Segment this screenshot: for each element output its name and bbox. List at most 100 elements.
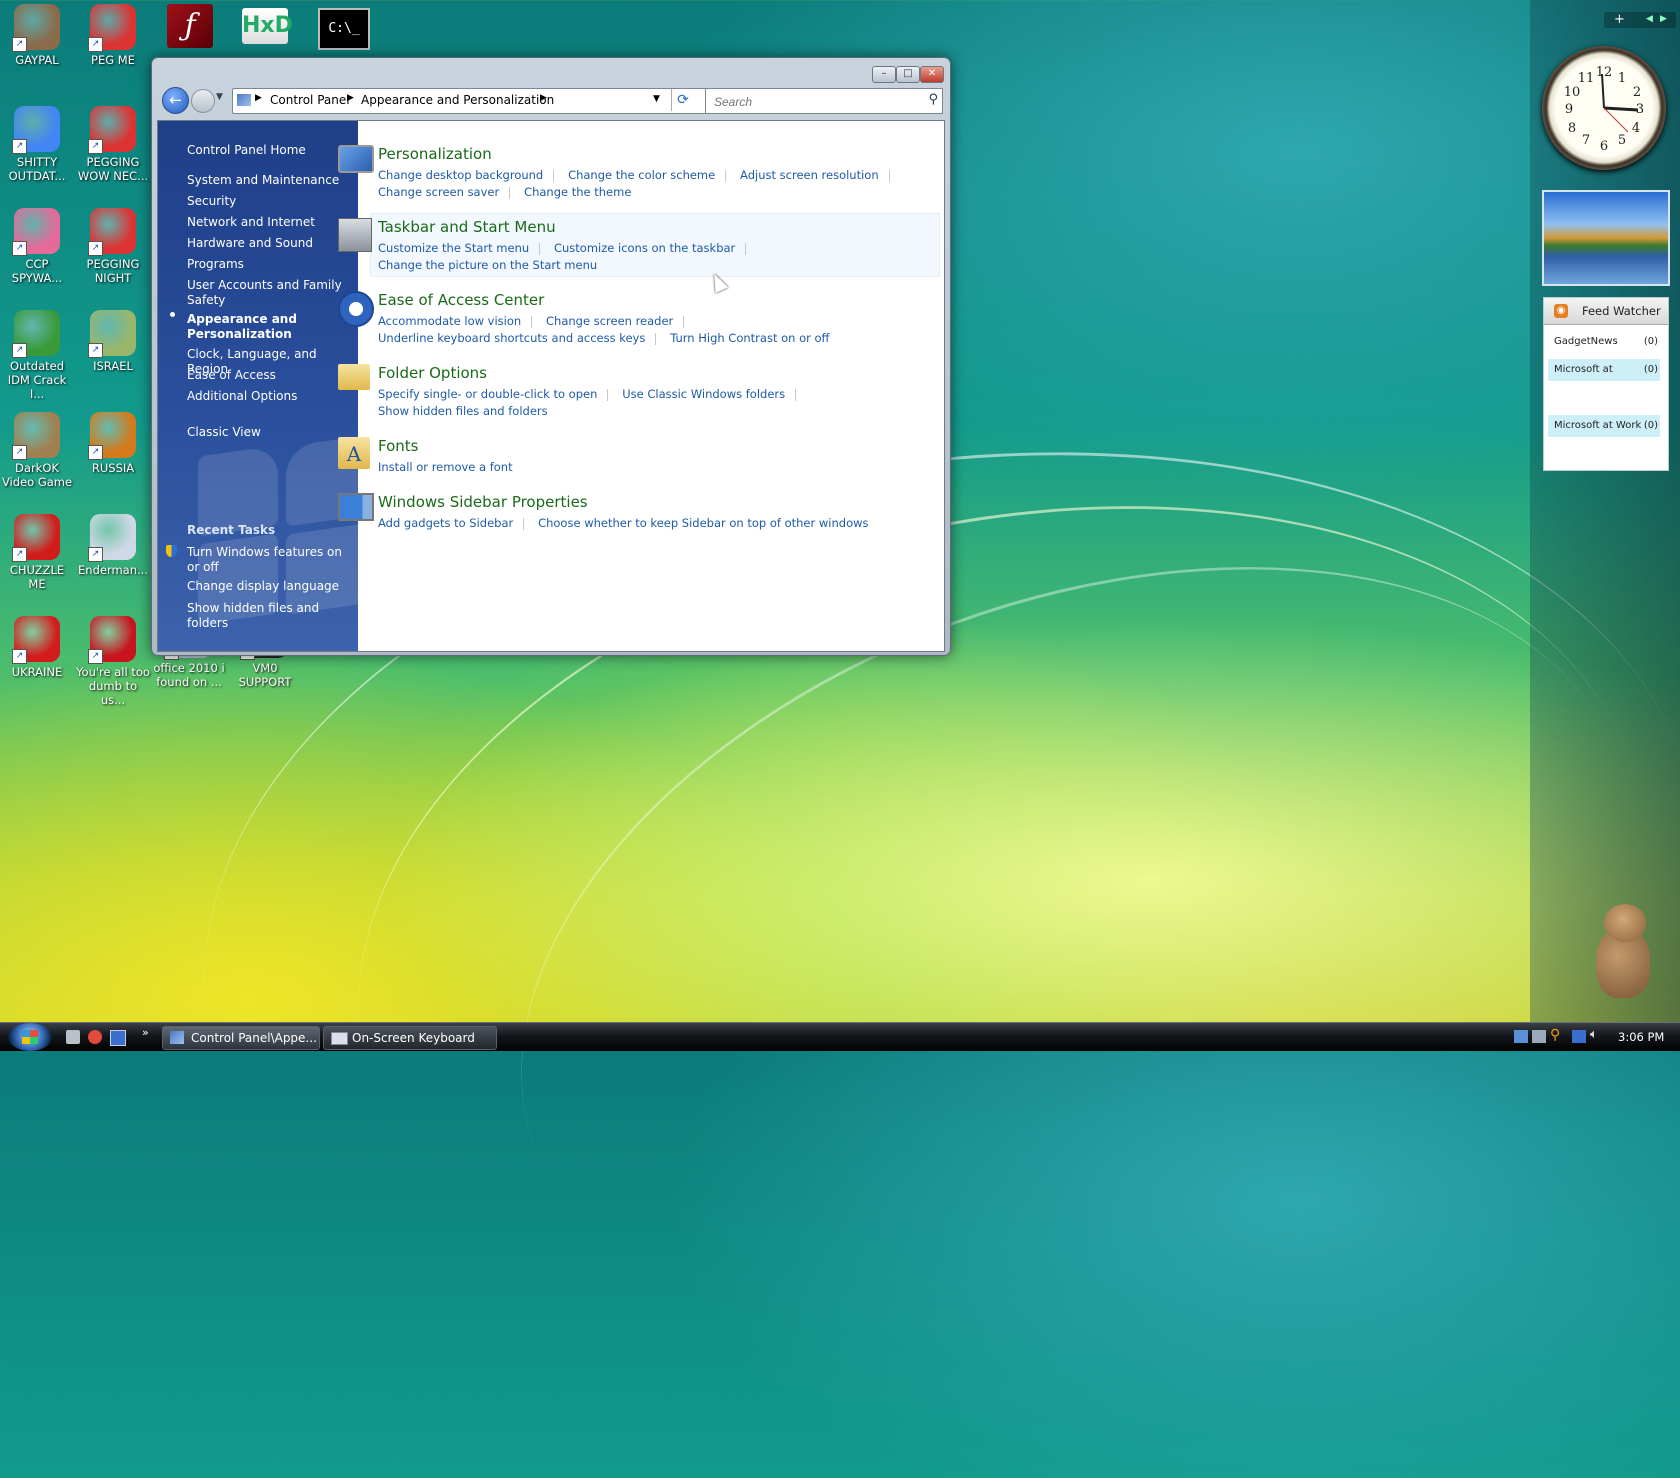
link-sidebar-on-top[interactable]: Choose whether to keep Sidebar on top of…	[538, 516, 868, 530]
show-desktop-icon[interactable]	[110, 1030, 126, 1046]
desktop-icon[interactable]: ↗ PEG ME	[76, 4, 150, 67]
folder-options-title[interactable]: Folder Options	[378, 364, 938, 382]
recent-pages-dropdown[interactable]: ▼	[216, 92, 223, 102]
network-connection-icon[interactable]	[1572, 1030, 1586, 1043]
shortcut-arrow-icon: ↗	[88, 241, 103, 256]
feed-row[interactable]: Microsoft at Work (0)	[1548, 415, 1660, 437]
start-button[interactable]	[8, 1023, 52, 1051]
desktop-icon[interactable]: ↗ CHUZZLE ME	[0, 514, 74, 591]
fonts-title[interactable]: Fonts	[378, 437, 938, 455]
link-change-start-menu-picture[interactable]: Change the picture on the Start menu	[378, 258, 597, 272]
recent-task-hidden-files[interactable]: Show hidden files and folders	[187, 601, 358, 631]
link-underline-shortcuts[interactable]: Underline keyboard shortcuts and access …	[378, 331, 645, 345]
link-accommodate-low-vision[interactable]: Accommodate low vision	[378, 314, 521, 328]
desktop-icon[interactable]: ↗ Outdated IDM Crack I...	[0, 310, 74, 401]
nav-user-accounts[interactable]: User Accounts and Family Safety	[187, 278, 347, 308]
breadcrumb-control-panel[interactable]: Control Panel	[270, 93, 350, 107]
nav-system-maintenance[interactable]: System and Maintenance	[187, 173, 339, 188]
link-change-screen-reader[interactable]: Change screen reader	[546, 314, 673, 328]
refresh-icon[interactable]: ⟳	[671, 89, 694, 111]
windows-sidebar-title[interactable]: Windows Sidebar Properties	[378, 493, 938, 511]
desktop-icon[interactable]: ↗ You're all too dumb to us...	[76, 616, 150, 707]
classic-view-link[interactable]: Classic View	[187, 425, 261, 440]
link-change-desktop-background[interactable]: Change desktop background	[378, 168, 543, 182]
nav-network-internet[interactable]: Network and Internet	[187, 215, 315, 230]
sidebar-prev-icon[interactable]: ◀	[1646, 14, 1653, 24]
desktop-icon-label: PEGGING NIGHT	[86, 257, 140, 285]
minimize-button[interactable]: –	[872, 66, 896, 83]
address-dropdown-icon[interactable]: ▼	[653, 94, 660, 104]
desktop-icon[interactable]: ↗ Enderman...	[76, 514, 150, 577]
link-add-gadgets[interactable]: Add gadgets to Sidebar	[378, 516, 513, 530]
link-single-double-click[interactable]: Specify single- or double-click to open	[378, 387, 597, 401]
link-adjust-screen-resolution[interactable]: Adjust screen resolution	[740, 168, 879, 182]
svg-text:1: 1	[1618, 71, 1626, 86]
recent-task-display-language[interactable]: Change display language	[187, 579, 339, 594]
slideshow-gadget[interactable]	[1542, 190, 1670, 286]
desktop-icon[interactable]: ↗ PEGGING NIGHT	[76, 208, 150, 285]
control-panel-task-icon	[170, 1031, 184, 1044]
breadcrumb-separator-icon: ▶	[540, 93, 547, 103]
sidebar-next-icon[interactable]: ▶	[1660, 14, 1667, 24]
desktop-icon[interactable]: ↗ PEGGING WOW NEC...	[76, 106, 150, 183]
search-tray-icon[interactable]: ⚲	[1550, 1027, 1560, 1043]
quicklaunch-icon[interactable]	[88, 1030, 102, 1044]
quicklaunch-icon[interactable]	[66, 1030, 80, 1044]
control-panel-home-link[interactable]: Control Panel Home	[187, 143, 306, 158]
clock-gadget[interactable]: 12 1 2 345 678 9 10 11	[1542, 46, 1666, 170]
link-change-theme[interactable]: Change the theme	[524, 185, 631, 199]
link-change-color-scheme[interactable]: Change the color scheme	[568, 168, 715, 182]
taskbar-on-screen-keyboard[interactable]: On-Screen Keyboard	[323, 1026, 497, 1050]
link-change-screen-saver[interactable]: Change screen saver	[378, 185, 499, 199]
back-button[interactable]: ←	[162, 87, 189, 114]
desktop-icon[interactable]: ↗ UKRAINE	[0, 616, 74, 679]
taskbar-control-panel[interactable]: Control Panel\Appe...	[162, 1026, 320, 1050]
breadcrumb-appearance[interactable]: Appearance and Personalization	[361, 93, 554, 107]
desktop-icon[interactable]: ↗ DarkOK Video Game	[0, 412, 74, 489]
search-icon[interactable]: ⚲	[928, 92, 938, 107]
search-box[interactable]: ⚲	[705, 88, 943, 114]
desktop-icon-label: CCP SPYWA...	[11, 257, 63, 285]
nav-hardware-sound[interactable]: Hardware and Sound	[187, 236, 313, 251]
link-customize-taskbar-icons[interactable]: Customize icons on the taskbar	[554, 241, 735, 255]
shortcut-image-icon: ↗	[88, 514, 136, 562]
maximize-button[interactable]: □	[896, 66, 920, 83]
volume-muted-icon[interactable]: 🔈︎	[1590, 1027, 1598, 1042]
close-button[interactable]: ✕	[920, 66, 944, 83]
feed-row[interactable]: Microsoft at (0)	[1548, 359, 1660, 381]
forward-button[interactable]	[191, 89, 215, 113]
desktop-icon-label: PEGGING WOW NEC...	[77, 155, 149, 183]
link-high-contrast[interactable]: Turn High Contrast on or off	[670, 331, 829, 345]
desktop-shortcut-cmd[interactable]: C:\_	[318, 8, 370, 50]
network-icon[interactable]	[1514, 1030, 1528, 1043]
desktop-shortcut-flash[interactable]: ƒ	[167, 4, 213, 48]
link-install-remove-font[interactable]: Install or remove a font	[378, 460, 513, 474]
link-customize-start-menu[interactable]: Customize the Start menu	[378, 241, 529, 255]
nav-appearance-personalization[interactable]: Appearance and Personalization	[187, 312, 307, 342]
desktop-icon[interactable]: ↗ GAYPAL	[0, 4, 74, 67]
desktop-icon-label: VM0 SUPPORT	[238, 661, 292, 689]
desktop-icon[interactable]: ↗ SHITTY OUTDAT...	[0, 106, 74, 183]
taskbar-item-label: On-Screen Keyboard	[352, 1031, 475, 1045]
desktop-icon[interactable]: ↗ RUSSIA	[76, 412, 150, 475]
nav-security[interactable]: Security	[187, 194, 236, 209]
nav-ease-of-access[interactable]: Ease of Access	[187, 368, 276, 383]
shortcut-arrow-icon: ↗	[12, 139, 27, 154]
ease-of-access-title[interactable]: Ease of Access Center	[378, 291, 938, 309]
taskbar-start-menu-title[interactable]: Taskbar and Start Menu	[378, 218, 938, 236]
more-quicklaunch-icon[interactable]: »	[142, 1026, 149, 1039]
personalization-title[interactable]: Personalization	[378, 145, 938, 163]
nav-programs[interactable]: Programs	[187, 257, 244, 272]
desktop-icon[interactable]: ↗ CCP SPYWA...	[0, 208, 74, 285]
search-input[interactable]	[712, 91, 916, 113]
link-classic-folders[interactable]: Use Classic Windows folders	[622, 387, 785, 401]
desktop-shortcut-hxd[interactable]: HxD	[242, 8, 293, 44]
nav-additional-options[interactable]: Additional Options	[187, 389, 297, 404]
recent-task-windows-features[interactable]: Turn Windows features on or off	[187, 545, 347, 575]
desktop-icon[interactable]: ↗ ISRAEL	[76, 310, 150, 373]
clock-label[interactable]: 3:06 PM	[1618, 1030, 1664, 1044]
link-show-hidden-files[interactable]: Show hidden files and folders	[378, 404, 548, 418]
tray-icon[interactable]	[1532, 1030, 1546, 1043]
feed-row[interactable]: GadgetNews (0)	[1548, 332, 1660, 352]
add-gadget-icon[interactable]: +	[1614, 12, 1625, 27]
